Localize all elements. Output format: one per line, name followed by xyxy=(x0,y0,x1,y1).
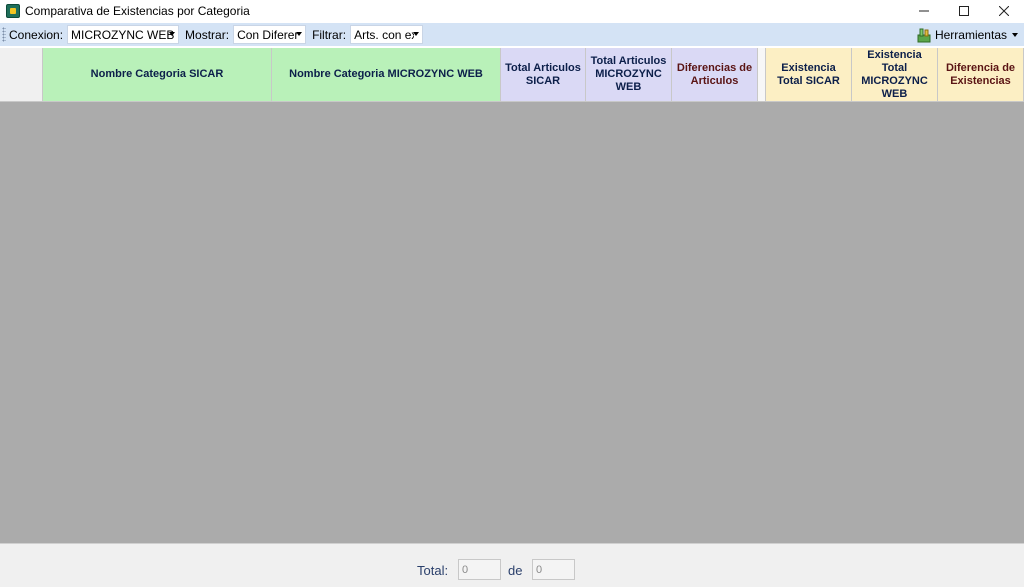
total-count-field: 0 xyxy=(458,559,501,580)
column-header-diferencias-articulos[interactable]: Diferencias de Articulos xyxy=(672,48,758,102)
toolbar-grip[interactable] xyxy=(2,27,6,42)
herramientas-label: Herramientas xyxy=(934,27,1007,42)
chevron-down-icon xyxy=(296,32,303,36)
maximize-button[interactable] xyxy=(944,0,984,22)
grid-header: Nombre Categoria SICAR Nombre Categoria … xyxy=(0,48,1024,102)
filtrar-label: Filtrar: xyxy=(312,27,347,42)
toolbar: Conexion: MICROZYNC WEB Mostrar: Con Dif… xyxy=(0,23,1024,46)
status-footer: Total: 0 de 0 xyxy=(0,543,1024,587)
column-header-total-articulos-sicar[interactable]: Total Articulos SICAR xyxy=(501,48,586,102)
column-header-diferencia-existencias[interactable]: Diferencia de Existencias xyxy=(938,48,1024,102)
filtrar-combo[interactable]: Arts. con ex xyxy=(350,25,424,44)
maximize-icon xyxy=(959,6,969,16)
conexion-label: Conexion: xyxy=(9,27,64,42)
de-count-value: 0 xyxy=(536,563,543,576)
total-label: Total: xyxy=(417,563,449,578)
de-count-field: 0 xyxy=(532,559,575,580)
window-controls xyxy=(904,0,1024,22)
close-icon xyxy=(999,6,1009,16)
column-header-nombre-microzync[interactable]: Nombre Categoria MICROZYNC WEB xyxy=(272,48,501,102)
de-label: de xyxy=(508,563,523,578)
chevron-down-icon xyxy=(413,32,420,36)
row-header-corner[interactable] xyxy=(0,48,43,102)
mostrar-value: Con Diferer xyxy=(237,27,298,42)
conexion-combo[interactable]: MICROZYNC WEB xyxy=(67,25,180,44)
column-header-existencia-total-microzync[interactable]: Existencia Total MICROZYNC WEB xyxy=(852,48,938,102)
tools-icon xyxy=(916,27,932,43)
app-icon xyxy=(6,4,20,18)
chevron-down-icon xyxy=(1012,32,1018,37)
title-bar: Comparativa de Existencias por Categoria xyxy=(0,0,1024,22)
minimize-icon xyxy=(919,10,929,12)
data-grid[interactable]: Nombre Categoria SICAR Nombre Categoria … xyxy=(0,48,1024,543)
minimize-button[interactable] xyxy=(904,0,944,22)
herramientas-button[interactable]: Herramientas xyxy=(912,24,1022,45)
close-button[interactable] xyxy=(984,0,1024,22)
column-separator xyxy=(758,48,766,102)
column-header-total-articulos-microzync[interactable]: Total Articulos MICROZYNC WEB xyxy=(586,48,672,102)
total-count-value: 0 xyxy=(462,563,469,576)
mostrar-combo[interactable]: Con Diferer xyxy=(233,25,307,44)
window-title: Comparativa de Existencias por Categoria xyxy=(25,4,250,18)
mostrar-label: Mostrar: xyxy=(185,27,230,42)
filtrar-value: Arts. con ex xyxy=(354,27,415,42)
column-header-nombre-sicar[interactable]: Nombre Categoria SICAR xyxy=(43,48,272,102)
column-header-existencia-total-sicar[interactable]: Existencia Total SICAR xyxy=(766,48,852,102)
chevron-down-icon xyxy=(169,32,176,36)
conexion-value: MICROZYNC WEB xyxy=(71,27,175,42)
